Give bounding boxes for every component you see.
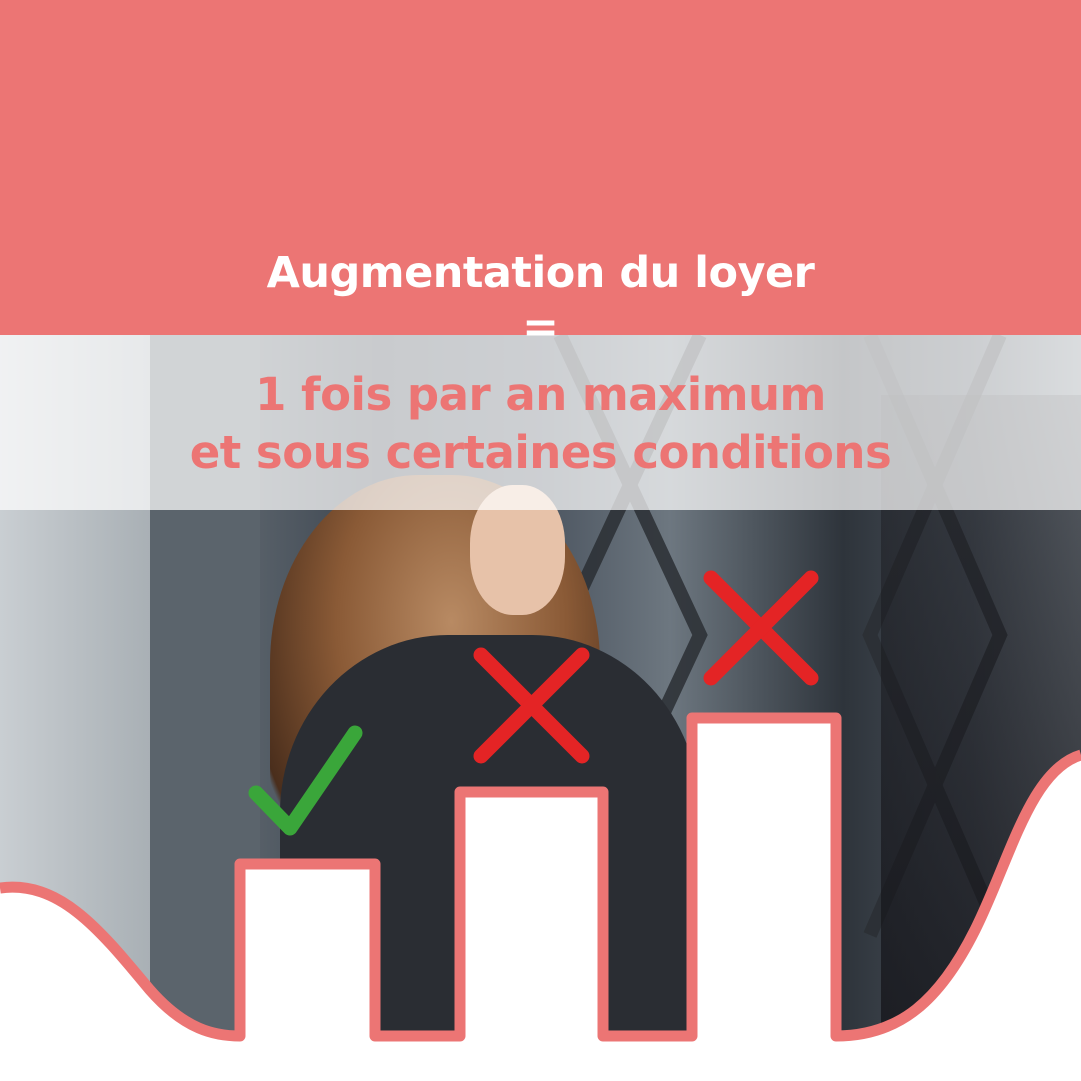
cross-icon xyxy=(703,570,819,686)
cross-icon xyxy=(473,647,590,764)
steps-overlay xyxy=(0,570,1081,1081)
wave-and-steps-fill xyxy=(0,718,1081,1081)
check-icon xyxy=(248,725,363,836)
